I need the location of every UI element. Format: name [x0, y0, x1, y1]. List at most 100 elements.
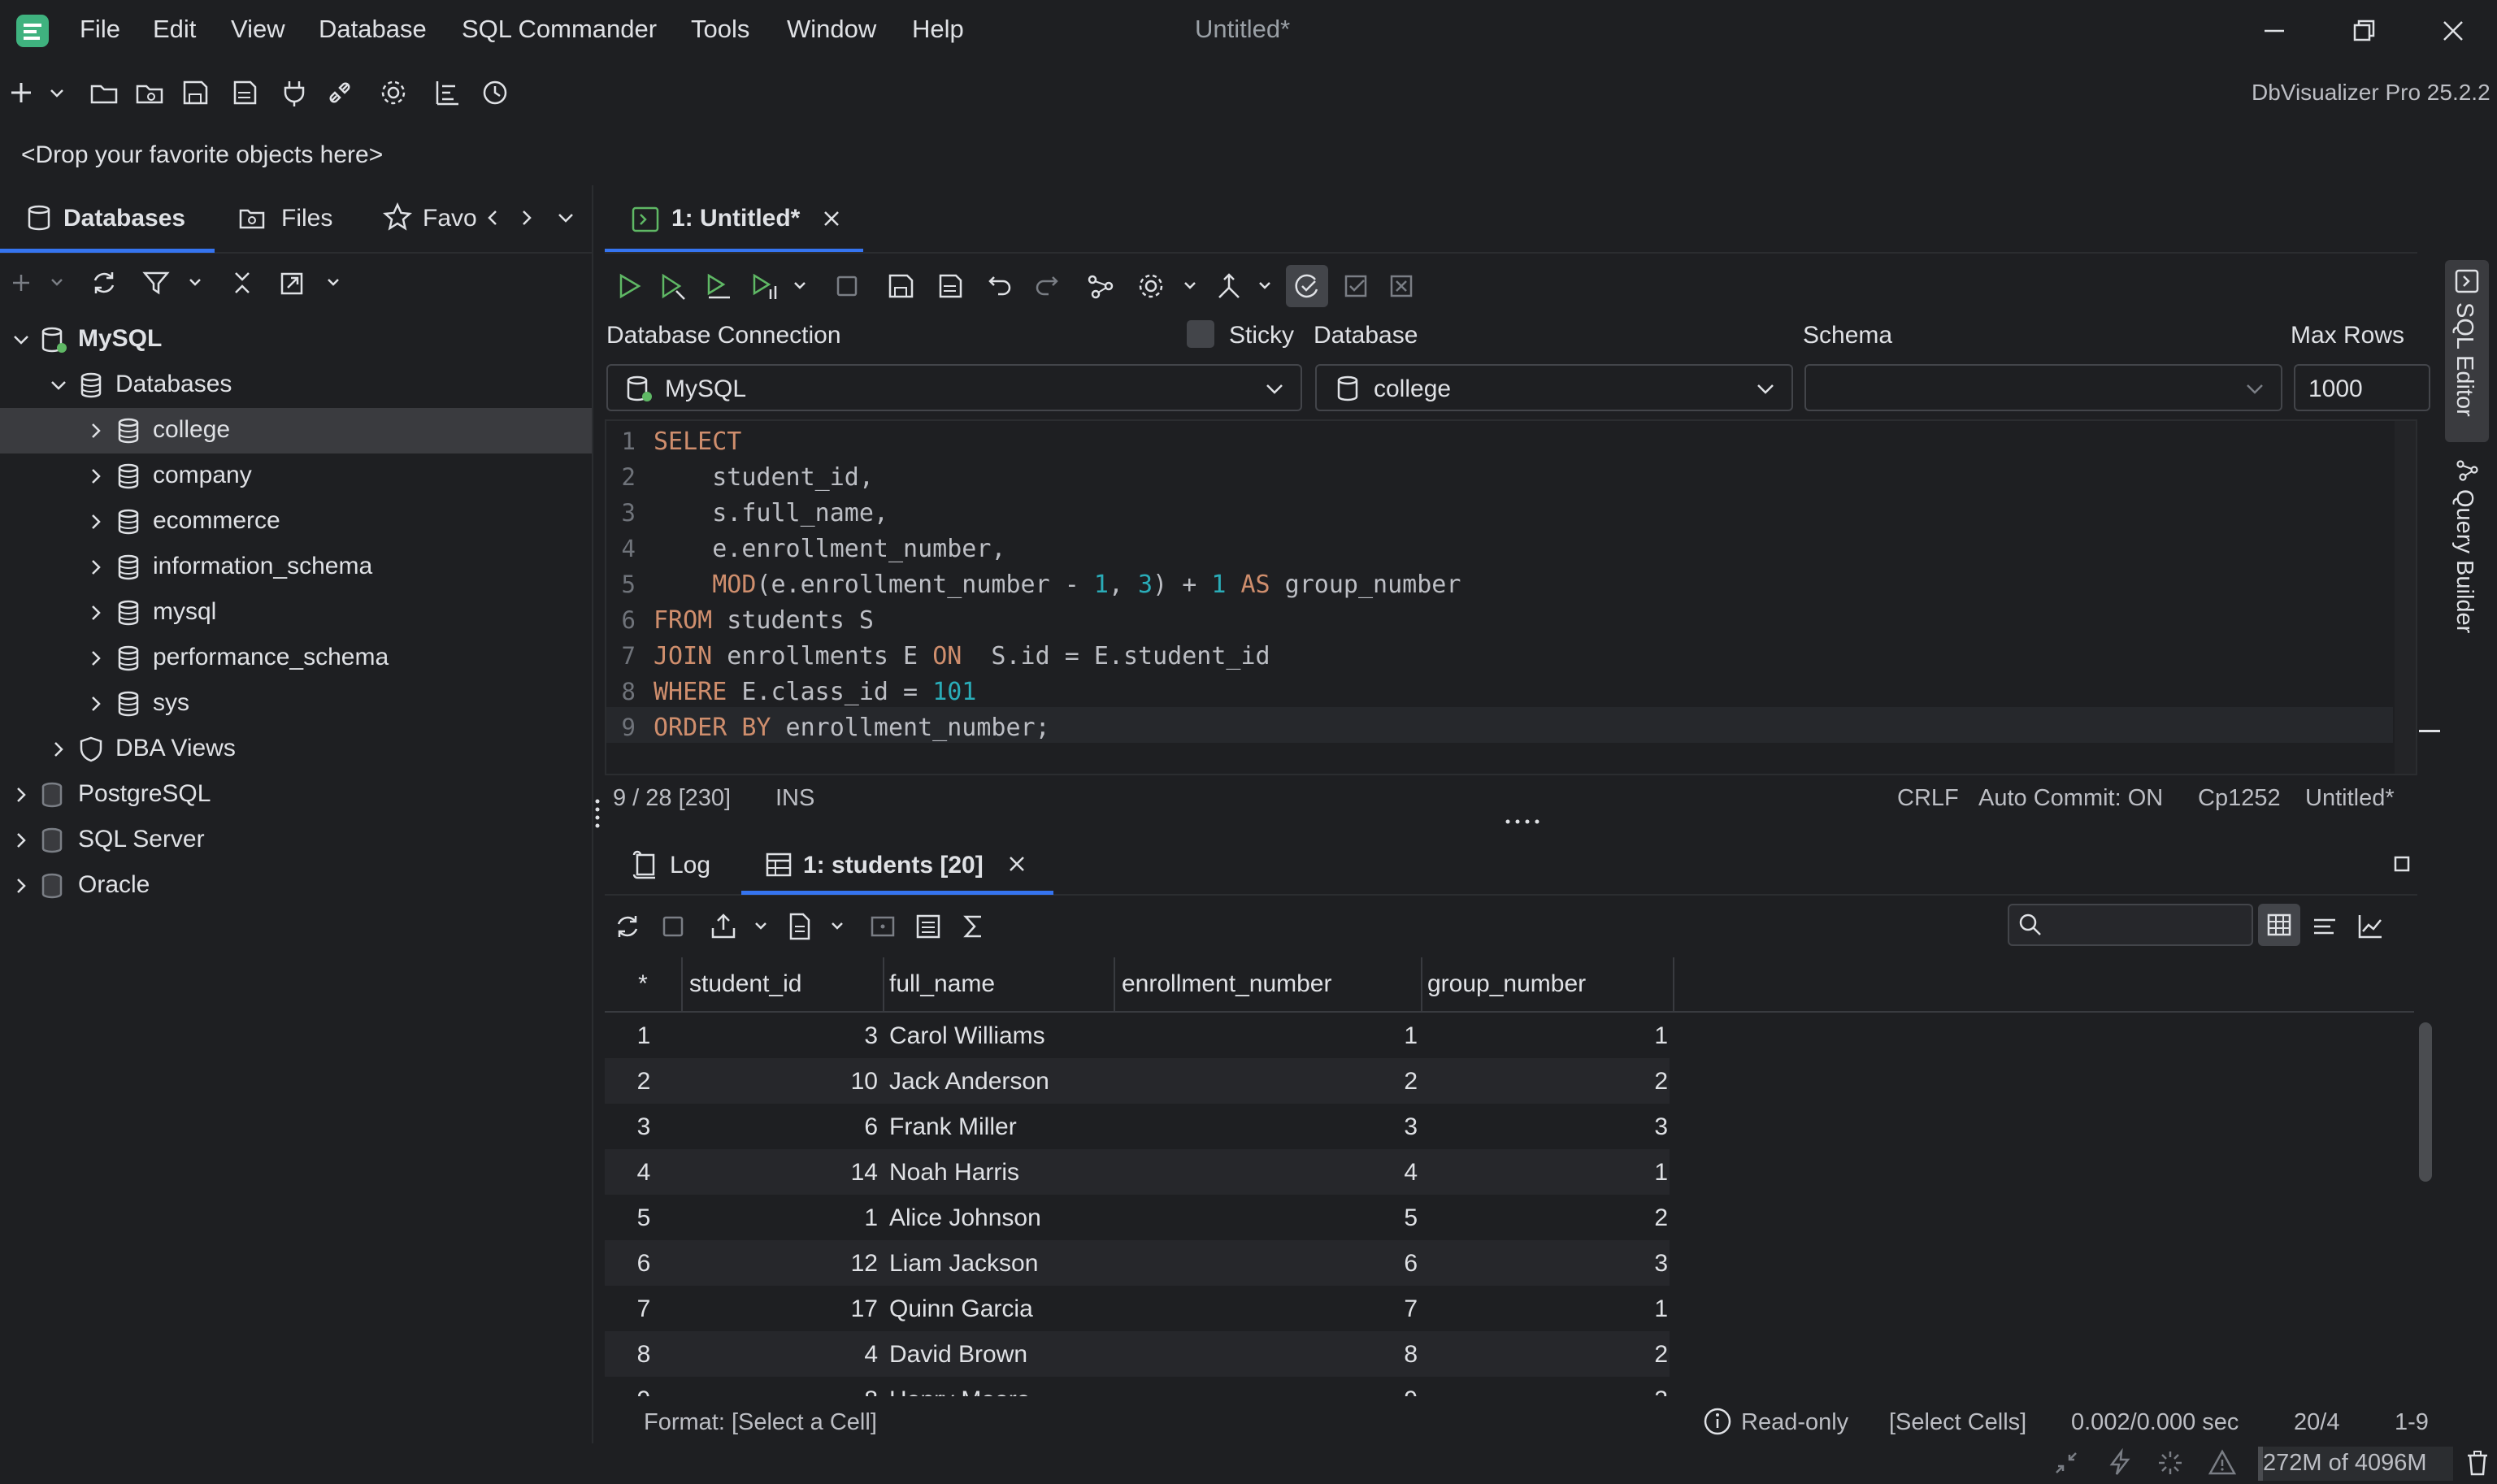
- chevron-down-icon[interactable]: [47, 268, 67, 297]
- single-row-icon[interactable]: [866, 910, 899, 943]
- cell-group-number[interactable]: 2: [1422, 1204, 1668, 1232]
- menu-edit[interactable]: Edit: [153, 15, 196, 44]
- undo-sql-icon[interactable]: [984, 270, 1016, 302]
- cell-student-id[interactable]: 10: [683, 1068, 878, 1096]
- tab-favorites[interactable]: Favo: [423, 205, 477, 232]
- connection-select[interactable]: MySQL: [606, 364, 1302, 411]
- memory-bar[interactable]: 272M of 4096M: [2258, 1447, 2453, 1481]
- row-number[interactable]: 3: [605, 1113, 683, 1141]
- tree-item-ecommerce[interactable]: ecommerce: [0, 499, 592, 545]
- gear-icon[interactable]: [377, 76, 410, 109]
- cell-enrollment-number[interactable]: 2: [1115, 1068, 1418, 1096]
- splitter-handle-icon[interactable]: [1502, 809, 1543, 834]
- tree-item-dba-views[interactable]: DBA Views: [0, 727, 592, 772]
- tree-item-databases[interactable]: Databases: [0, 362, 592, 408]
- chevron-right-icon[interactable]: [10, 783, 33, 806]
- cell-enrollment-number[interactable]: 8: [1115, 1341, 1418, 1369]
- lightning-icon[interactable]: [2105, 1447, 2134, 1477]
- sum-icon[interactable]: [958, 910, 990, 943]
- chevron-right-icon[interactable]: [85, 647, 107, 670]
- row-number[interactable]: 9: [605, 1386, 683, 1396]
- cell-enrollment-number[interactable]: 5: [1115, 1204, 1418, 1232]
- close-tab-icon[interactable]: [1003, 850, 1031, 878]
- tree-item-company[interactable]: company: [0, 453, 592, 499]
- cell-student-id[interactable]: 8: [683, 1386, 878, 1396]
- column-header-full-name[interactable]: full_name: [884, 957, 1115, 1011]
- cell-full-name[interactable]: Henry Moore: [889, 1386, 1117, 1396]
- chevron-down-icon[interactable]: [1255, 271, 1275, 301]
- disconnect-icon[interactable]: [324, 76, 356, 109]
- trash-icon[interactable]: [2463, 1448, 2492, 1477]
- cell-student-id[interactable]: 1: [683, 1204, 878, 1232]
- open-in-new-icon[interactable]: [276, 267, 309, 299]
- chevron-down-icon[interactable]: [827, 912, 847, 941]
- sql-editor[interactable]: 1 SELECT 2 student_id, 3 s.full_name, 4 e.en…: [605, 419, 2417, 775]
- side-tab-sql-editor[interactable]: SQL Editor: [2445, 260, 2489, 442]
- cell-group-number[interactable]: 3: [1422, 1386, 1668, 1396]
- collapse-all-icon[interactable]: [226, 267, 258, 299]
- chevron-right-icon[interactable]: [517, 203, 536, 232]
- execute-current-icon[interactable]: [657, 270, 689, 302]
- chevron-right-icon[interactable]: [10, 874, 33, 897]
- chevron-right-icon[interactable]: [85, 465, 107, 488]
- database-select[interactable]: college: [1315, 364, 1793, 411]
- cell-group-number[interactable]: 1: [1422, 1295, 1668, 1323]
- cell-group-number[interactable]: 3: [1422, 1250, 1668, 1278]
- vertical-splitter-icon[interactable]: [585, 793, 610, 834]
- cell-full-name[interactable]: Liam Jackson: [889, 1250, 1117, 1278]
- cell-full-name[interactable]: Jack Anderson: [889, 1068, 1117, 1096]
- tab-untitled[interactable]: 1: Untitled*: [605, 185, 865, 254]
- auto-commit-status[interactable]: Auto Commit: ON: [1978, 785, 2163, 812]
- chevron-right-icon[interactable]: [10, 829, 33, 852]
- menu-sql-commander[interactable]: SQL Commander: [462, 15, 657, 44]
- tree-item-oracle[interactable]: Oracle: [0, 863, 592, 909]
- row-number[interactable]: 8: [605, 1341, 683, 1369]
- table-row[interactable]: 4 14 Noah Harris 4 1: [605, 1149, 1670, 1195]
- cell-group-number[interactable]: 1: [1422, 1159, 1668, 1187]
- row-number[interactable]: 5: [605, 1204, 683, 1232]
- close-tab-icon[interactable]: [818, 205, 845, 232]
- chevron-right-icon[interactable]: [47, 738, 70, 761]
- table-row[interactable]: 98Henry Moore93: [605, 1377, 1670, 1396]
- save-icon[interactable]: [179, 76, 211, 109]
- cell-enrollment-number[interactable]: 1: [1115, 1022, 1418, 1050]
- chevron-down-icon[interactable]: [46, 78, 68, 107]
- chevron-down-icon[interactable]: [553, 203, 579, 232]
- form-view-icon[interactable]: [2308, 910, 2341, 943]
- compress-icon[interactable]: [2052, 1448, 2081, 1477]
- cell-full-name[interactable]: Carol Williams: [889, 1022, 1117, 1050]
- stop-icon[interactable]: [831, 270, 863, 302]
- table-row[interactable]: 1 3 Carol Williams 1 1: [605, 1013, 1670, 1058]
- chevron-down-icon[interactable]: [185, 268, 205, 297]
- cell-group-number[interactable]: 3: [1422, 1113, 1668, 1141]
- tab-files[interactable]: Files: [281, 205, 332, 232]
- chevron-down-icon[interactable]: [790, 271, 810, 301]
- tree-item-mysql[interactable]: mysql: [0, 590, 592, 636]
- chart-view-icon[interactable]: [2354, 910, 2386, 943]
- table-row[interactable]: 6 12 Liam Jackson 6 3: [605, 1240, 1670, 1286]
- tree-item-postgresql[interactable]: PostgreSQL: [0, 772, 592, 818]
- save-all-icon[interactable]: [228, 76, 260, 109]
- favorites-bar[interactable]: <Drop your favorite objects here>: [0, 127, 2497, 185]
- chevron-right-icon[interactable]: [85, 510, 107, 533]
- save-icon[interactable]: [884, 270, 917, 302]
- row-number[interactable]: 1: [605, 1022, 683, 1050]
- tab-log[interactable]: Log: [670, 852, 710, 879]
- cell-enrollment-number[interactable]: 7: [1115, 1295, 1418, 1323]
- warning-icon[interactable]: [2208, 1448, 2237, 1477]
- redo-sql-icon[interactable]: [1031, 270, 1063, 302]
- restore-icon[interactable]: [2347, 15, 2380, 47]
- cell-student-id[interactable]: 17: [683, 1295, 878, 1323]
- line-ending[interactable]: CRLF: [1897, 785, 1959, 812]
- row-number[interactable]: 6: [605, 1250, 683, 1278]
- cell-student-id[interactable]: 6: [683, 1113, 878, 1141]
- open-folder-icon[interactable]: [88, 76, 120, 109]
- execute-explain-icon[interactable]: [748, 270, 780, 302]
- cell-group-number[interactable]: 2: [1422, 1341, 1668, 1369]
- chevron-left-icon[interactable]: [483, 203, 502, 232]
- column-header-student-id[interactable]: student_id: [683, 957, 884, 1011]
- rollback-icon[interactable]: [1385, 270, 1418, 302]
- menu-help[interactable]: Help: [912, 15, 964, 44]
- row-number[interactable]: 2: [605, 1068, 683, 1096]
- open-recent-icon[interactable]: [133, 76, 166, 109]
